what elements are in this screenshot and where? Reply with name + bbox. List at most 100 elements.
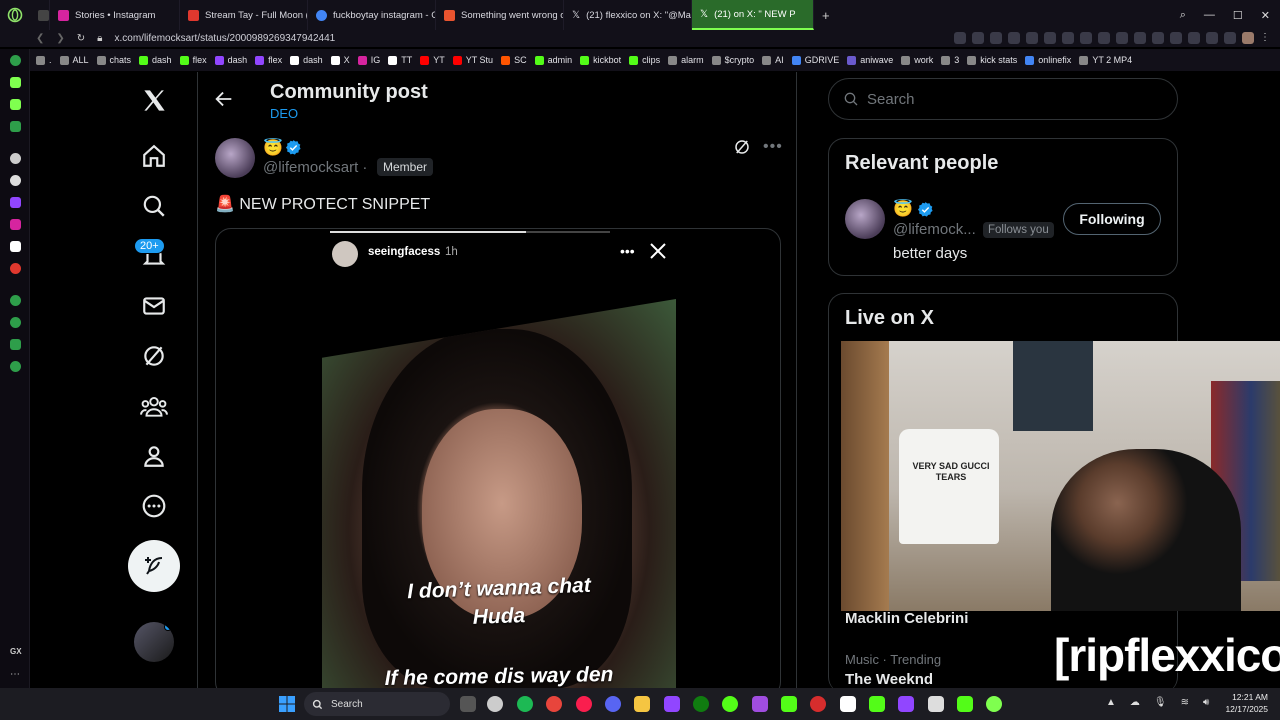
tab-stream[interactable]: Stream Tay - Full Moon (f — [180, 0, 308, 30]
communities-icon[interactable] — [138, 390, 170, 422]
bookmark-item[interactable]: chats — [96, 55, 131, 65]
community-name-link[interactable]: DEO — [270, 106, 298, 121]
bookmark-item[interactable]: 3 — [941, 55, 959, 65]
extension-icon[interactable] — [1080, 32, 1092, 44]
trend-title[interactable]: The Weeknd — [845, 671, 933, 688]
app-icon[interactable] — [722, 696, 738, 712]
reload-icon[interactable]: ↻ — [77, 33, 85, 44]
author-handle[interactable]: @lifemocksart · — [263, 159, 367, 176]
taskbar-search[interactable]: Search — [304, 692, 450, 716]
app-icon[interactable] — [869, 696, 885, 712]
more-options-icon[interactable]: ••• — [763, 138, 783, 158]
bookmark-item[interactable]: kickbot — [580, 55, 621, 65]
profile-icon[interactable] — [138, 440, 170, 472]
app-icon[interactable] — [957, 696, 973, 712]
bookmark-item[interactable]: dash — [139, 55, 172, 65]
back-arrow-icon[interactable] — [213, 88, 237, 112]
chatgpt-icon[interactable] — [10, 153, 21, 164]
clock[interactable]: 12:21 AM 12/17/2025 — [1225, 691, 1268, 715]
windows-start-icon[interactable] — [279, 696, 295, 712]
extension-icon[interactable] — [1188, 32, 1200, 44]
post-media[interactable]: seeingfacess 1h ••• I don’t wanna chat H… — [215, 228, 781, 688]
twitch-icon[interactable] — [10, 197, 21, 208]
opera-logo-icon[interactable] — [0, 0, 30, 30]
person-display-name[interactable]: 😇 — [893, 199, 913, 219]
extension-icon[interactable] — [1152, 32, 1164, 44]
messages-icon[interactable] — [138, 290, 170, 322]
bookmark-item[interactable]: flex — [179, 55, 207, 65]
app-icon[interactable] — [986, 696, 1002, 712]
grok-icon[interactable] — [733, 138, 753, 158]
author-avatar[interactable] — [215, 138, 255, 178]
history-icon[interactable] — [10, 317, 21, 328]
chatgpt-icon[interactable] — [487, 696, 503, 712]
person-handle[interactable]: @lifemock... — [893, 221, 976, 238]
tab-instagram-stories[interactable]: Stories • Instagram — [50, 0, 180, 30]
app-icon[interactable] — [781, 696, 797, 712]
bookmark-item[interactable]: work — [901, 55, 933, 65]
verified-badge-icon[interactable] — [285, 139, 302, 156]
bookmark-item[interactable]: alarm — [668, 55, 704, 65]
grok-icon[interactable] — [138, 340, 170, 372]
extension-icon[interactable] — [1170, 32, 1182, 44]
maximize-button[interactable]: ☐ — [1233, 9, 1243, 22]
youtube-icon[interactable] — [10, 263, 21, 274]
microphone-icon[interactable]: 🎙︎ — [1154, 697, 1167, 708]
extension-icon[interactable] — [1116, 32, 1128, 44]
bookmark-item[interactable]: onlinefix — [1025, 55, 1071, 65]
bookmark-item[interactable]: IG — [357, 55, 380, 65]
extension-icon[interactable] — [1098, 32, 1110, 44]
spotify-icon[interactable] — [517, 696, 533, 712]
extension-icon[interactable] — [954, 32, 966, 44]
search-input[interactable]: Search — [828, 78, 1178, 120]
bookmark-item[interactable]: YT — [420, 55, 445, 65]
x-logo-icon[interactable] — [138, 84, 170, 116]
bookmark-item[interactable]: X — [330, 55, 350, 65]
bookmark-item[interactable]: GDRIVE — [791, 55, 839, 65]
discord-icon[interactable] — [605, 696, 621, 712]
instagram-icon[interactable] — [10, 219, 21, 230]
extension-icon[interactable] — [1026, 32, 1038, 44]
extension-icon[interactable] — [1206, 32, 1218, 44]
workspace-icon[interactable] — [10, 121, 21, 132]
extension-icon[interactable] — [1224, 32, 1236, 44]
bookmark-item[interactable]: SC — [501, 55, 527, 65]
account-avatar[interactable] — [134, 622, 174, 662]
author-display-name[interactable]: 😇 — [263, 138, 283, 158]
home-icon[interactable] — [138, 140, 170, 172]
minimize-button[interactable]: — — [1204, 9, 1215, 22]
profile-avatar[interactable] — [1242, 32, 1254, 44]
xbox-icon[interactable] — [693, 696, 709, 712]
x-logo-icon[interactable] — [10, 241, 21, 252]
extensions-icon[interactable] — [10, 339, 21, 350]
player-icon[interactable] — [10, 295, 21, 306]
wifi-icon[interactable]: ≋ — [1181, 697, 1189, 708]
search-icon[interactable] — [138, 190, 170, 222]
following-button[interactable]: Following — [1063, 203, 1161, 235]
tab-x-active[interactable]: 𝕏 (21) on X: " NEW P — [692, 0, 814, 30]
bookmark-item[interactable]: aniwave — [847, 55, 893, 65]
tab-error[interactable]: Something went wrong o — [436, 0, 564, 30]
chevron-up-icon[interactable]: ▲ — [1106, 697, 1116, 708]
forward-nav-icon[interactable]: ❯ — [56, 33, 64, 44]
tab-x-flexxico[interactable]: 𝕏 (21) flexxico on X: "@Ma — [564, 0, 692, 30]
more-options-icon[interactable] — [138, 490, 170, 522]
task-view-icon[interactable] — [460, 696, 476, 712]
app-icon[interactable] — [898, 696, 914, 712]
back-nav-icon[interactable]: ❮ — [36, 33, 44, 44]
bookmark-item[interactable]: dash — [214, 55, 247, 65]
extension-icon[interactable] — [1134, 32, 1146, 44]
bookmark-item[interactable]: admin — [534, 55, 572, 65]
app-icon[interactable] — [810, 696, 826, 712]
file-explorer-icon[interactable] — [634, 696, 650, 712]
bookmark-item[interactable]: kick stats — [967, 55, 1017, 65]
bookmark-item[interactable]: ALL — [59, 55, 89, 65]
chrome-icon[interactable] — [546, 696, 562, 712]
app-icon[interactable] — [840, 696, 856, 712]
chatgpt-icon[interactable] — [10, 175, 21, 186]
bookmark-item[interactable]: dash — [290, 55, 323, 65]
bookmark-item[interactable]: flex — [255, 55, 282, 65]
extension-icon[interactable] — [990, 32, 1002, 44]
tab-google-search[interactable]: fuckboytay instagram - G — [308, 0, 436, 30]
cloud-icon[interactable]: ☁ — [1130, 697, 1140, 708]
